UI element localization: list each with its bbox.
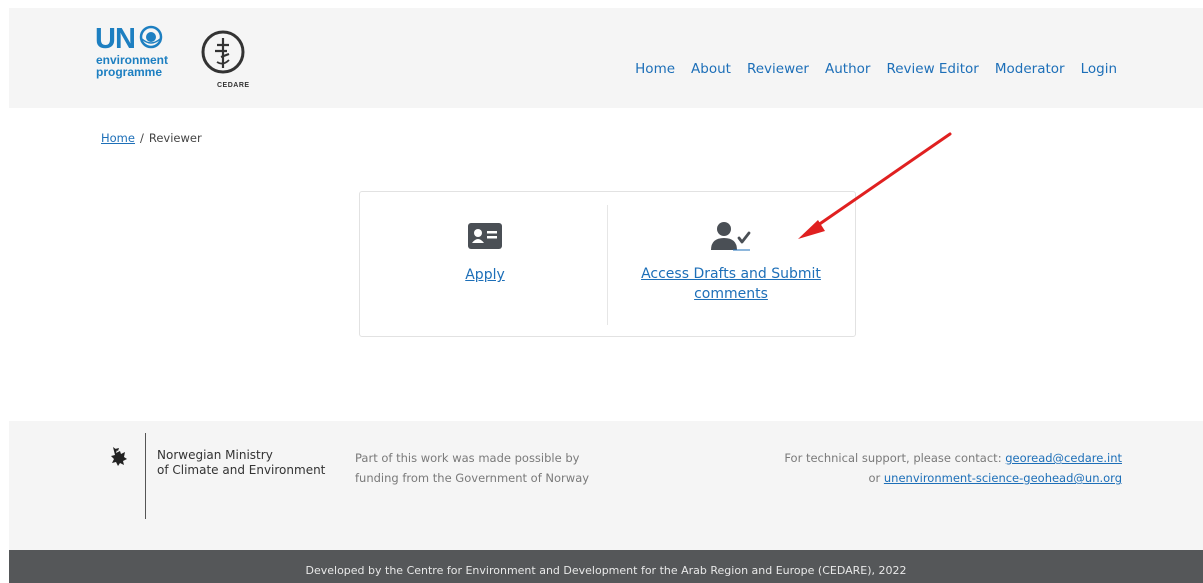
site-header: UN environment programme CEDARE Home Abo… <box>9 8 1203 108</box>
breadcrumb: Home / Reviewer <box>101 131 202 145</box>
un-logo-text: UN <box>95 23 136 55</box>
footer-divider <box>145 433 146 519</box>
support-email-cedare[interactable]: georead@cedare.int <box>1005 451 1122 465</box>
un-logo-subtitle: environment programme <box>96 54 168 78</box>
norway-coat-of-arms-icon <box>111 447 127 466</box>
access-drafts-link[interactable]: Access Drafts and Submit comments <box>622 264 840 304</box>
cedare-logo-text: CEDARE <box>217 82 250 89</box>
funding-note-line1: Part of this work was made possible by <box>355 451 580 465</box>
cedare-logo[interactable]: CEDARE <box>195 28 255 89</box>
annotation-arrow-icon <box>798 132 952 239</box>
breadcrumb-current: Reviewer <box>148 131 202 145</box>
un-emblem-icon <box>139 25 163 49</box>
id-card-icon <box>468 223 502 249</box>
funding-note-line2: funding from the Government of Norway <box>355 471 590 485</box>
un-environment-logo[interactable]: UN environment programme <box>95 24 195 94</box>
main-nav: Home About Reviewer Author Review Editor… <box>619 61 1117 77</box>
user-check-icon <box>711 222 751 251</box>
apply-link[interactable]: Apply <box>465 265 505 285</box>
cedare-emblem-icon <box>201 30 245 74</box>
norway-ministry-name: Norwegian Ministry of Climate and Enviro… <box>157 448 325 478</box>
nav-author[interactable]: Author <box>825 61 870 77</box>
reviewer-options-card: Apply Access Drafts and Submit comments <box>359 191 856 337</box>
norway-name-line1: Norwegian Ministry <box>157 448 273 462</box>
site-footer: Norwegian Ministry of Climate and Enviro… <box>9 421 1203 550</box>
nav-reviewer[interactable]: Reviewer <box>747 61 809 77</box>
breadcrumb-separator: / <box>139 131 144 145</box>
support-or: or <box>868 471 881 485</box>
breadcrumb-home-link[interactable]: Home <box>101 131 135 145</box>
nav-review-editor[interactable]: Review Editor <box>886 61 978 77</box>
support-email-un[interactable]: unenvironment-science-geohead@un.org <box>884 471 1122 485</box>
nav-about[interactable]: About <box>691 61 731 77</box>
apply-option[interactable]: Apply <box>420 220 550 285</box>
card-divider <box>607 205 608 325</box>
norway-name-line2: of Climate and Environment <box>157 463 326 477</box>
un-logo-line2: programme <box>96 65 163 79</box>
nav-moderator[interactable]: Moderator <box>995 61 1065 77</box>
technical-support: For technical support, please contact: g… <box>784 448 1122 488</box>
nav-home[interactable]: Home <box>635 61 675 77</box>
funding-note: Part of this work was made possible by f… <box>355 448 605 488</box>
support-prefix: For technical support, please contact: <box>784 451 1002 465</box>
nav-login[interactable]: Login <box>1081 61 1117 77</box>
copyright-bar: Developed by the Centre for Environment … <box>9 550 1203 583</box>
